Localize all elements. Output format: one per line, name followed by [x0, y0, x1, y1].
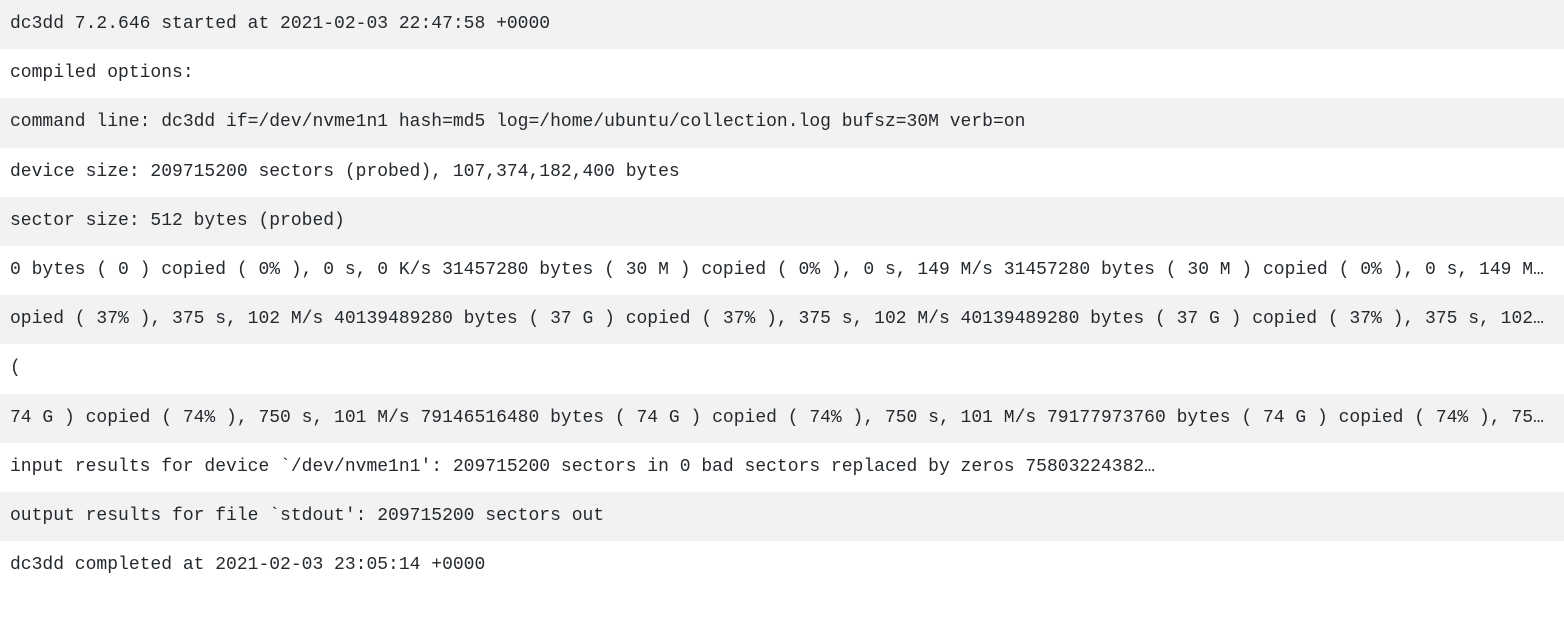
terminal-line: compiled options:	[0, 49, 1564, 98]
terminal-line: command line: dc3dd if=/dev/nvme1n1 hash…	[0, 98, 1564, 147]
terminal-line: dc3dd completed at 2021-02-03 23:05:14 +…	[0, 541, 1564, 590]
terminal-line: 74 G ) copied ( 74% ), 750 s, 101 M/s 79…	[0, 394, 1564, 443]
terminal-line: opied ( 37% ), 375 s, 102 M/s 4013948928…	[0, 295, 1564, 344]
terminal-line: dc3dd 7.2.646 started at 2021-02-03 22:4…	[0, 0, 1564, 49]
terminal-line: (	[0, 344, 1564, 393]
terminal-line: 0 bytes ( 0 ) copied ( 0% ), 0 s, 0 K/s …	[0, 246, 1564, 295]
terminal-output: dc3dd 7.2.646 started at 2021-02-03 22:4…	[0, 0, 1564, 590]
terminal-line: input results for device `/dev/nvme1n1':…	[0, 443, 1564, 492]
terminal-line: device size: 209715200 sectors (probed),…	[0, 148, 1564, 197]
terminal-line: sector size: 512 bytes (probed)	[0, 197, 1564, 246]
terminal-line: output results for file `stdout': 209715…	[0, 492, 1564, 541]
